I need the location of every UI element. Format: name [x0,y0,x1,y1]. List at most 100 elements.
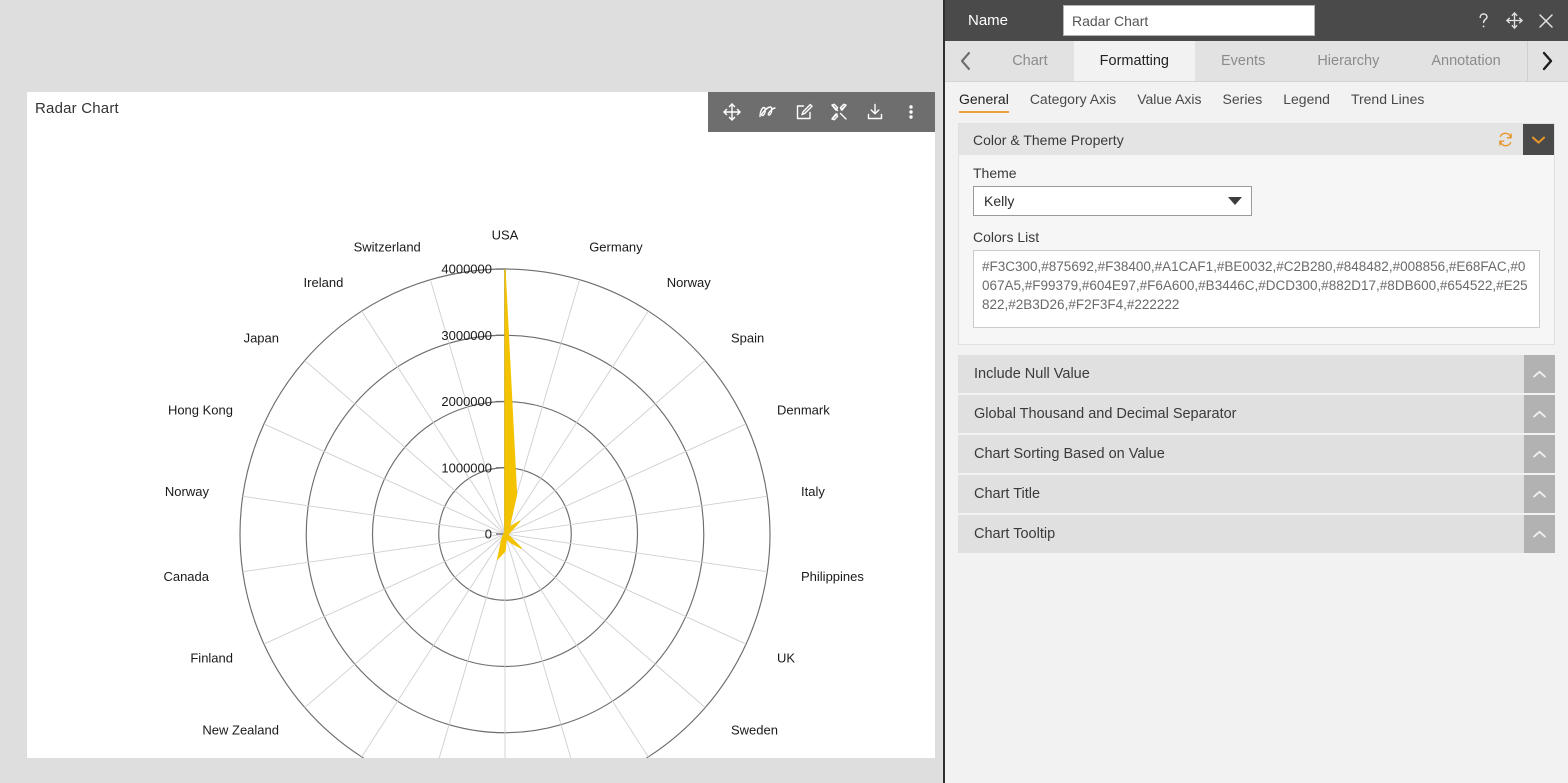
tab-chart[interactable]: Chart [986,41,1073,81]
value-axis-label: 4000000 [441,262,492,277]
tabs-list: Chart Formatting Events Hierarchy Annotation [986,41,1527,81]
tools-icon[interactable] [826,99,852,125]
category-label: Sweden [731,722,778,737]
grid-spoke [504,533,768,573]
subtab-trend-lines[interactable]: Trend Lines [1351,91,1424,110]
grid-spoke [438,533,506,758]
color-theme-collapse-button[interactable] [1523,124,1554,155]
accordion-row[interactable]: Chart Tooltip [958,515,1555,553]
tab-events[interactable]: Events [1195,41,1291,81]
grid-spoke [504,533,706,708]
help-icon[interactable] [1475,11,1492,31]
theme-selected-value: Kelly [984,193,1015,209]
panel-sub-tabs: General Category Axis Value Axis Series Lege… [945,82,1568,119]
chart-card-title: Radar Chart [35,100,119,117]
accordion-list: Include Null Value Global Thousand and De… [958,355,1555,553]
value-axis-label: 1000000 [441,460,492,475]
move-icon[interactable] [719,99,745,125]
radar-series-area[interactable] [496,268,522,561]
value-axis-label: 0 [485,527,492,542]
grid-spoke [504,310,649,535]
colors-list-input[interactable]: #F3C300,#875692,#F38400,#A1CAF1,#BE0032,… [973,250,1540,328]
grid-spoke [504,533,572,758]
grid-spoke [304,533,506,708]
accordion-title: Chart Sorting Based on Value [974,446,1165,462]
value-axis-label: 3000000 [441,328,492,343]
tab-formatting[interactable]: Formatting [1073,41,1195,81]
category-label: Denmark [777,402,830,417]
accordion-row[interactable]: Chart Sorting Based on Value [958,435,1555,473]
more-options-icon[interactable] [898,99,924,125]
subtab-legend[interactable]: Legend [1283,91,1330,110]
chevron-up-icon[interactable] [1524,395,1555,433]
tab-hierarchy[interactable]: Hierarchy [1291,41,1405,81]
category-label: Italy [801,484,825,499]
category-label: Philippines [801,569,864,584]
grid-spoke [242,495,506,535]
chart-workspace: Radar Chart 0 1000000 2000000 3000000 40… [0,0,943,783]
theme-label: Theme [973,165,1017,181]
category-label: New Zealand [202,722,279,737]
theme-select[interactable]: Kelly [973,186,1252,216]
properties-panel: Name Radar Chart Chart Formatting Events… [943,0,1568,783]
tab-annotation[interactable]: Annotation [1405,41,1526,81]
scribble-icon[interactable] [755,99,781,125]
color-theme-body: Theme Kelly Colors List #F3C300,#875692,… [959,155,1554,344]
grid-spoke [242,533,506,573]
radar-chart-svg: 0 1000000 2000000 3000000 4000000 USA Germany N… [163,228,864,758]
category-label: Switzerland [354,240,421,255]
subtab-general[interactable]: General [959,91,1009,113]
category-label: Hong Kong [168,402,233,417]
accordion-row[interactable]: Chart Title [958,475,1555,513]
value-axis-label: 2000000 [441,394,492,409]
colors-list-label: Colors List [973,229,1040,245]
chevron-up-icon[interactable] [1524,355,1555,393]
category-label: Spain [731,331,764,346]
category-label: UK [777,651,795,666]
download-icon[interactable] [862,99,888,125]
name-label: Name [968,12,1009,29]
edit-icon[interactable] [791,99,817,125]
tabs-prev-button[interactable] [945,41,986,81]
category-label: Germany [589,240,643,255]
color-theme-section: Color & Theme Property Theme Kelly Color… [958,123,1555,345]
refresh-icon[interactable] [1487,124,1523,155]
accordion-title: Global Thousand and Decimal Separator [974,406,1237,422]
tabs-next-button[interactable] [1526,41,1568,81]
accordion-row[interactable]: Global Thousand and Decimal Separator [958,395,1555,433]
grid-spoke [304,360,506,535]
category-label: USA [492,228,519,243]
category-label: Norway [667,275,712,290]
grid-spoke [504,495,768,535]
titlebar-actions [1475,11,1555,31]
chevron-up-icon[interactable] [1524,515,1555,553]
close-icon[interactable] [1537,12,1555,30]
subtab-value-axis[interactable]: Value Axis [1137,91,1201,110]
grid-spoke [504,360,706,535]
move-icon[interactable] [1505,11,1524,30]
color-theme-actions [1487,124,1554,155]
chart-toolbar [708,92,935,132]
panel-content: Color & Theme Property Theme Kelly Color… [945,119,1568,553]
panel-main-tabs: Chart Formatting Events Hierarchy Annotation [945,41,1568,82]
grid-spoke [504,533,649,758]
chart-name-input[interactable] [1063,5,1315,36]
chart-card: Radar Chart 0 1000000 2000000 3000000 40… [27,92,935,758]
subtab-category-axis[interactable]: Category Axis [1030,91,1116,110]
chevron-up-icon[interactable] [1524,435,1555,473]
grid-spoke [361,310,506,535]
category-label: Norway [165,484,210,499]
application-root: Radar Chart 0 1000000 2000000 3000000 40… [0,0,1568,783]
chevron-up-icon[interactable] [1524,475,1555,513]
color-theme-title: Color & Theme Property [973,131,1124,148]
radar-chart-plot[interactable]: 0 1000000 2000000 3000000 4000000 USA Germany N… [27,132,935,758]
subtab-series[interactable]: Series [1223,91,1263,110]
accordion-title: Chart Title [974,486,1041,502]
grid-spoke [361,533,506,758]
color-theme-header: Color & Theme Property [959,124,1554,155]
category-label: Canada [163,569,209,584]
category-label: Finland [190,651,233,666]
accordion-title: Chart Tooltip [974,526,1056,542]
category-label: Ireland [304,275,344,290]
accordion-row[interactable]: Include Null Value [958,355,1555,393]
